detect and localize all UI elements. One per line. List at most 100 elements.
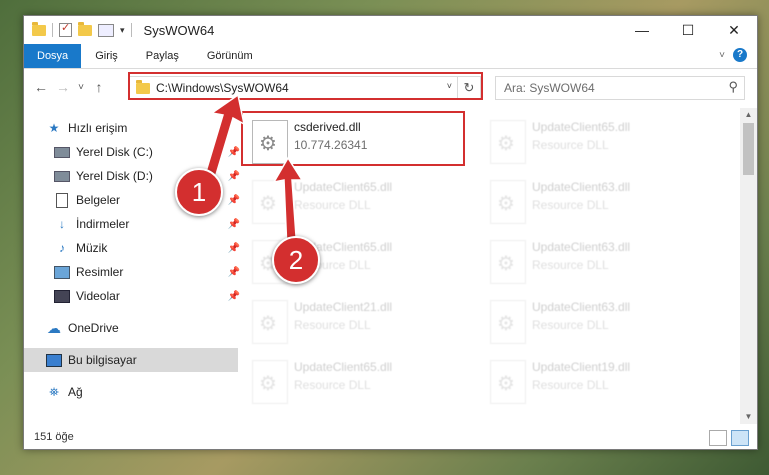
network-icon: ⛯: [49, 384, 59, 399]
new-folder-icon[interactable]: [78, 21, 92, 36]
sidebar-item-quick-access[interactable]: ★ Hızlı erişim: [24, 116, 238, 140]
title-bar: ▾ SysWOW64 — ☐ ✕: [24, 16, 757, 44]
vertical-scrollbar[interactable]: ▲ ▼: [740, 108, 757, 424]
search-input[interactable]: Ara: SysWOW64 ⚲: [495, 76, 745, 100]
sidebar-item-label: Belgeler: [76, 193, 121, 207]
computer-icon: [46, 353, 62, 367]
file-name: UpdateClient65.dll: [294, 360, 393, 374]
file-description: Resource DLL: [294, 318, 371, 332]
file-name: UpdateClient65.dll: [532, 120, 631, 134]
view-toggle: [709, 430, 749, 446]
recent-locations-button[interactable]: ˅: [74, 82, 88, 93]
music-icon: ♪: [59, 241, 65, 255]
sidebar-item-label: Müzik: [76, 241, 108, 255]
window-controls: — ☐ ✕: [619, 16, 757, 44]
tab-gorunum[interactable]: Görünüm: [193, 44, 267, 68]
file-item[interactable]: UpdateClient65.dll Resource DLL: [242, 174, 472, 232]
forward-button[interactable]: →: [52, 79, 74, 95]
file-name: UpdateClient21.dll: [294, 300, 393, 314]
disk-icon: [54, 145, 70, 159]
sidebar-item-videos[interactable]: Videolar 📌: [24, 284, 246, 308]
toolbar-separator: [52, 23, 53, 37]
minimize-button[interactable]: —: [619, 16, 665, 44]
sidebar-item-label: Resimler: [76, 265, 124, 279]
ribbon-tabs: Dosya Giriş Paylaş Görünüm ˅ ?: [24, 44, 757, 69]
scrollbar-thumb[interactable]: [743, 123, 754, 175]
up-button[interactable]: ↑: [88, 79, 110, 95]
sidebar-item-music[interactable]: ♪ Müzik 📌: [24, 236, 246, 260]
dll-file-icon: [490, 180, 526, 224]
address-highlight-box: [128, 72, 483, 100]
maximize-button[interactable]: ☐: [665, 16, 711, 44]
sidebar-item-network[interactable]: ⛯ Ağ: [24, 380, 238, 404]
back-button[interactable]: ←: [30, 79, 52, 95]
tab-paylas[interactable]: Paylaş: [132, 44, 193, 68]
document-icon: [54, 192, 70, 208]
dll-file-icon: [490, 240, 526, 284]
pictures-icon: [54, 265, 70, 279]
sidebar-item-label: Bu bilgisayar: [68, 353, 137, 367]
quick-access-toolbar: ▾: [32, 21, 125, 37]
file-name: UpdateClient63.dll: [532, 240, 631, 254]
sidebar-item-onedrive[interactable]: ☁ OneDrive: [24, 316, 238, 340]
ribbon-right-controls: ˅ ?: [719, 48, 747, 62]
expand-ribbon-chevron-icon[interactable]: ˅: [719, 50, 725, 61]
title-separator: [130, 23, 132, 37]
file-description: Resource DLL: [532, 318, 609, 332]
scroll-up-arrow-icon[interactable]: ▲: [740, 108, 757, 122]
view-options-icon[interactable]: [98, 23, 114, 37]
sidebar-item-pictures[interactable]: Resimler 📌: [24, 260, 246, 284]
sidebar-item-label: Videolar: [76, 289, 120, 303]
cloud-icon: ☁: [47, 319, 61, 336]
properties-check-icon[interactable]: [59, 21, 72, 37]
dll-file-icon: [490, 120, 526, 164]
file-description: Resource DLL: [532, 378, 609, 392]
star-icon: ★: [48, 121, 60, 135]
close-button[interactable]: ✕: [711, 16, 757, 44]
file-item[interactable]: UpdateClient63.dll Resource DLL: [480, 174, 710, 232]
file-description: Resource DLL: [532, 198, 609, 212]
file-name: UpdateClient19.dll: [532, 360, 631, 374]
sidebar-item-label: OneDrive: [68, 321, 119, 335]
file-item[interactable]: UpdateClient63.dll Resource DLL: [480, 234, 710, 292]
file-description: Resource DLL: [532, 138, 609, 152]
sidebar-item-label: İndirmeler: [76, 217, 130, 231]
tab-giris[interactable]: Giriş: [81, 44, 132, 68]
details-view-icon[interactable]: [709, 430, 727, 446]
disk-icon: [54, 169, 70, 183]
sidebar-item-downloads[interactable]: ↓ İndirmeler 📌: [24, 212, 246, 236]
search-icon[interactable]: ⚲: [728, 79, 738, 95]
dll-file-icon: [490, 360, 526, 404]
dll-file-icon: [490, 300, 526, 344]
help-icon[interactable]: ?: [733, 48, 747, 62]
file-item[interactable]: UpdateClient63.dll Resource DLL: [480, 294, 710, 352]
window-title: SysWOW64: [143, 22, 215, 38]
file-name: UpdateClient63.dll: [532, 180, 631, 194]
file-description: Resource DLL: [294, 198, 371, 212]
sidebar-item-disk-c[interactable]: Yerel Disk (C:) 📌: [24, 140, 246, 164]
file-item[interactable]: UpdateClient21.dll Resource DLL: [242, 294, 472, 352]
customize-toolbar-chevron-icon[interactable]: ▾: [120, 25, 125, 36]
sidebar-item-label: Ağ: [68, 385, 83, 399]
file-item[interactable]: UpdateClient19.dll Resource DLL: [480, 354, 710, 412]
file-item[interactable]: UpdateClient65.dll Resource DLL: [242, 354, 472, 412]
sidebar-item-label: Hızlı erişim: [68, 121, 128, 135]
dll-file-icon: [252, 300, 288, 344]
file-name: UpdateClient63.dll: [532, 300, 631, 314]
status-bar: 151 öğe: [24, 425, 757, 449]
sidebar-item-label: Yerel Disk (D:): [76, 169, 153, 183]
sidebar-item-this-pc[interactable]: Bu bilgisayar: [24, 348, 238, 372]
dll-file-icon: [252, 360, 288, 404]
step-1-badge: 1: [175, 168, 223, 216]
search-placeholder: Ara: SysWOW64: [504, 81, 595, 95]
file-item[interactable]: UpdateClient65.dll Resource DLL: [480, 114, 710, 172]
file-name: UpdateClient65.dll: [294, 180, 393, 194]
scroll-down-arrow-icon[interactable]: ▼: [740, 410, 757, 424]
tab-dosya[interactable]: Dosya: [24, 44, 82, 68]
large-icons-view-icon[interactable]: [731, 430, 749, 446]
download-icon: ↓: [59, 217, 65, 231]
item-count: 151 öğe: [34, 431, 74, 443]
file-description: Resource DLL: [532, 258, 609, 272]
videos-icon: [54, 289, 70, 303]
navigation-pane: ★ Hızlı erişim Yerel Disk (C:) 📌 Yerel D…: [24, 108, 240, 420]
